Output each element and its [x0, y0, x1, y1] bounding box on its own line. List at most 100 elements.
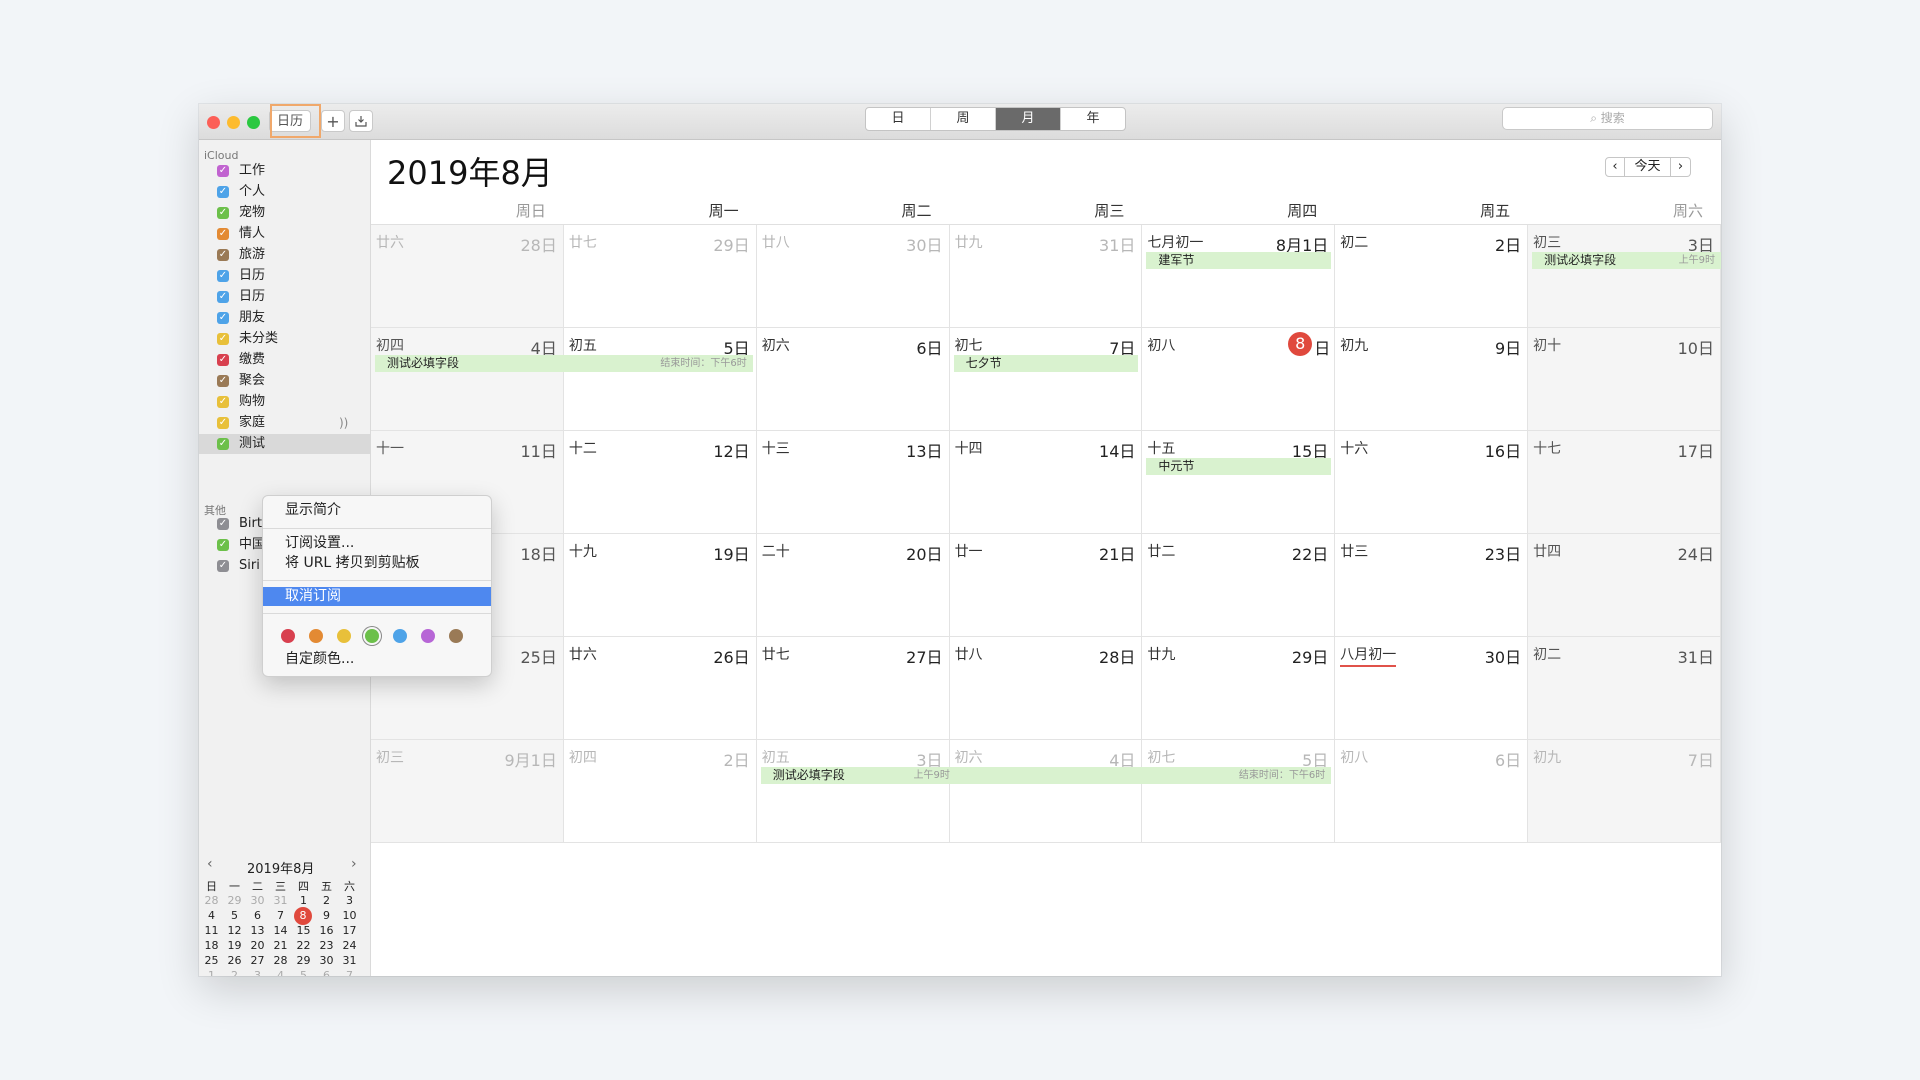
day-cell[interactable]: 廿二 22日	[1142, 534, 1336, 637]
color-swatch[interactable]	[337, 629, 351, 643]
mini-day[interactable]: 28	[269, 954, 292, 967]
day-cell[interactable]: 初六 4日	[949, 740, 1143, 843]
day-cell[interactable]: 十四 14日	[949, 431, 1143, 534]
add-event-button[interactable]: +	[321, 110, 345, 132]
mini-day[interactable]: 2	[223, 969, 246, 976]
day-cell[interactable]: 初九 9日	[1335, 328, 1529, 431]
mini-day[interactable]: 30	[246, 894, 269, 907]
checkbox[interactable]: ✓	[217, 207, 229, 219]
day-cell[interactable]: 廿七 29日	[563, 225, 757, 328]
mini-day[interactable]: 10	[338, 909, 361, 922]
day-cell[interactable]: 初八 6日	[1335, 740, 1529, 843]
mini-day[interactable]: 23	[315, 939, 338, 952]
checkbox[interactable]: ✓	[217, 249, 229, 261]
day-cell[interactable]: 初七 5日	[1142, 740, 1336, 843]
search-field[interactable]: ⌕ 搜索	[1502, 107, 1713, 130]
color-swatch[interactable]	[365, 629, 379, 643]
mini-day[interactable]: 17	[338, 924, 361, 937]
mini-day[interactable]: 20	[246, 939, 269, 952]
mini-day[interactable]: 9	[315, 909, 338, 922]
mini-day[interactable]: 12	[223, 924, 246, 937]
menu-item-show-info[interactable]: 显示简介	[263, 501, 491, 520]
event-bar[interactable]: 七夕节	[953, 355, 1139, 372]
today-button[interactable]: 今天	[1625, 157, 1671, 177]
menu-item-unsubscribe[interactable]: 取消订阅	[263, 587, 491, 606]
day-cell[interactable]: 初三 9月1日	[371, 740, 564, 843]
mini-day[interactable]: 6	[246, 909, 269, 922]
tab-view-1[interactable]: 周	[931, 108, 996, 130]
day-cell[interactable]: 十二 12日	[563, 431, 757, 534]
mini-day[interactable]: 27	[246, 954, 269, 967]
mini-day[interactable]: 21	[269, 939, 292, 952]
mini-day[interactable]: 30	[315, 954, 338, 967]
mini-day[interactable]: 3	[246, 969, 269, 976]
checkbox[interactable]: ✓	[217, 438, 229, 450]
checkbox[interactable]: ✓	[217, 165, 229, 177]
day-cell[interactable]: 十三 13日	[756, 431, 950, 534]
calendar-item[interactable]: ✓ 测试	[199, 434, 388, 454]
event-bar[interactable]: 测试必填字段 结束时间：下午6时	[375, 355, 753, 372]
mini-day[interactable]: 24	[338, 939, 361, 952]
day-cell[interactable]: 十六 16日	[1335, 431, 1529, 534]
zoom-window-button[interactable]	[247, 116, 260, 129]
event-bar[interactable]: 中元节	[1146, 458, 1332, 475]
day-cell[interactable]: 廿八 28日	[949, 637, 1143, 740]
checkbox[interactable]: ✓	[217, 560, 229, 572]
day-cell[interactable]: 廿三 23日	[1335, 534, 1529, 637]
event-bar[interactable]: 建军节	[1146, 252, 1332, 269]
day-cell[interactable]: 初四 2日	[563, 740, 757, 843]
checkbox[interactable]: ✓	[217, 333, 229, 345]
mini-day[interactable]: 6	[315, 969, 338, 976]
day-cell[interactable]: 十七 17日	[1528, 431, 1721, 534]
mini-day[interactable]: 3	[338, 894, 361, 907]
day-cell[interactable]: 初五 5日	[563, 328, 757, 431]
mini-day[interactable]: 15	[292, 924, 315, 937]
tab-view-2[interactable]: 月	[996, 108, 1061, 130]
mini-day[interactable]: 19	[223, 939, 246, 952]
day-cell[interactable]: 七月初一 8月1日	[1142, 225, 1336, 328]
day-cell[interactable]: 初八 8 日	[1142, 328, 1336, 431]
mini-day[interactable]: 14	[269, 924, 292, 937]
mini-day[interactable]: 7	[338, 969, 361, 976]
event-bar[interactable]: 测试必填字段 上午9时 结束时间：下午6时	[760, 767, 1332, 784]
color-swatch[interactable]	[281, 629, 295, 643]
close-window-button[interactable]	[207, 116, 220, 129]
mini-day[interactable]: 1	[292, 894, 315, 907]
checkbox[interactable]: ✓	[217, 518, 229, 530]
mini-day[interactable]: 31	[338, 954, 361, 967]
mini-day[interactable]: 2	[315, 894, 338, 907]
checkbox[interactable]: ✓	[217, 539, 229, 551]
day-cell[interactable]: 十五 15日	[1142, 431, 1336, 534]
day-cell[interactable]: 初二 2日	[1335, 225, 1529, 328]
day-cell[interactable]: 初五 3日	[756, 740, 950, 843]
day-cell[interactable]: 初九 7日	[1528, 740, 1721, 843]
menu-item-copy-url[interactable]: 将 URL 拷贝到剪贴板	[263, 554, 491, 573]
day-cell[interactable]: 十九 19日	[563, 534, 757, 637]
day-cell[interactable]: 廿七 27日	[756, 637, 950, 740]
day-cell[interactable]: 八月初一 30日	[1335, 637, 1529, 740]
next-month-button[interactable]: ›	[1671, 157, 1691, 177]
mini-day[interactable]: 29	[223, 894, 246, 907]
menu-item-custom-color[interactable]: 自定颜色...	[263, 650, 491, 669]
color-swatch[interactable]	[449, 629, 463, 643]
day-cell[interactable]: 初十 10日	[1528, 328, 1721, 431]
color-swatch[interactable]	[309, 629, 323, 643]
day-cell[interactable]: 初七 7日	[949, 328, 1143, 431]
inbox-button[interactable]	[349, 110, 373, 132]
day-cell[interactable]: 二十 20日	[756, 534, 950, 637]
minimize-window-button[interactable]	[227, 116, 240, 129]
checkbox[interactable]: ✓	[217, 312, 229, 324]
day-cell[interactable]: 初二 31日	[1528, 637, 1721, 740]
mini-day[interactable]: 5	[223, 909, 246, 922]
checkbox[interactable]: ✓	[217, 354, 229, 366]
day-cell[interactable]: 廿九 29日	[1142, 637, 1336, 740]
checkbox[interactable]: ✓	[217, 186, 229, 198]
mini-day[interactable]: 13	[246, 924, 269, 937]
mini-day[interactable]: 16	[315, 924, 338, 937]
mini-day[interactable]: 31	[269, 894, 292, 907]
mini-day[interactable]: 18	[200, 939, 223, 952]
mini-day[interactable]: 29	[292, 954, 315, 967]
mini-day[interactable]: 4	[200, 909, 223, 922]
event-bar[interactable]: 测试必填字段 上午9时	[1532, 252, 1721, 269]
checkbox[interactable]: ✓	[217, 228, 229, 240]
